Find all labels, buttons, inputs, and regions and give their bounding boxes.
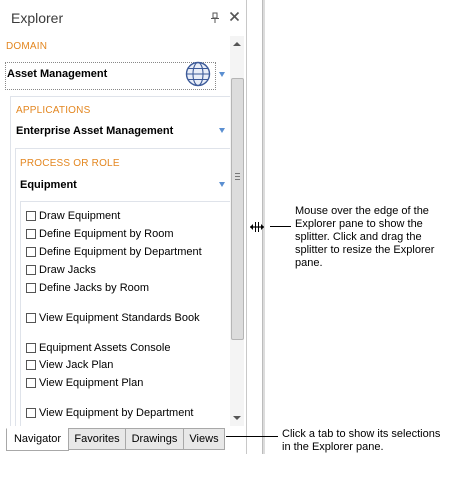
domain-value: Asset Management <box>7 68 108 80</box>
task-item[interactable]: Define Jacks by Room <box>26 281 149 295</box>
callout-splitter-line: Mouse over the edge of the <box>295 205 429 217</box>
checkbox-icon[interactable] <box>26 360 36 370</box>
callout-splitter-line: pane. <box>295 257 323 269</box>
scroll-down-icon[interactable] <box>233 416 241 420</box>
checkbox-icon[interactable] <box>26 283 36 293</box>
callout-tabs-line: Click a tab to show its selections <box>282 428 441 440</box>
scroll-thumb[interactable] <box>231 78 244 340</box>
process-chevron-down-icon[interactable] <box>219 182 225 187</box>
process-label: PROCESS OR ROLE <box>20 158 120 169</box>
pane-title: Explorer <box>11 10 64 26</box>
applications-chevron-down-icon[interactable] <box>219 128 225 133</box>
tab-views[interactable]: Views <box>183 428 225 450</box>
task-item[interactable]: View Equipment by Department <box>26 406 194 420</box>
task-label: Draw Jacks <box>39 264 96 276</box>
grip-line <box>235 179 240 180</box>
task-label: Equipment Assets Console <box>39 342 171 354</box>
checkbox-icon[interactable] <box>26 247 36 257</box>
globe-icon <box>185 61 211 87</box>
callout-line-tabs <box>226 436 278 437</box>
pin-icon[interactable] <box>210 12 220 24</box>
task-item[interactable]: Define Equipment by Room <box>26 227 174 241</box>
task-item[interactable]: Define Equipment by Department <box>26 245 202 259</box>
grip-line <box>235 173 240 174</box>
checkbox-icon[interactable] <box>26 229 36 239</box>
task-label: View Equipment Standards Book <box>39 312 200 324</box>
task-label: Draw Equipment <box>39 210 121 222</box>
task-label: View Equipment by Department <box>39 407 194 419</box>
callout-tabs-line: in the Explorer pane. <box>282 441 384 453</box>
domain-chevron-down-icon[interactable] <box>219 72 225 77</box>
process-value[interactable]: Equipment <box>20 179 77 191</box>
tab-favorites[interactable]: Favorites <box>68 428 126 450</box>
applications-label: APPLICATIONS <box>16 105 91 116</box>
callout-splitter-line: splitter to resize the Explorer <box>295 244 435 256</box>
task-label: Define Jacks by Room <box>39 282 150 294</box>
checkbox-icon[interactable] <box>26 211 36 221</box>
callout-tabs: Click a tab to show its selections in th… <box>282 428 440 454</box>
task-item[interactable]: View Equipment Plan <box>26 376 143 390</box>
task-item[interactable]: View Jack Plan <box>26 358 113 372</box>
resize-cursor-icon <box>250 222 264 232</box>
checkbox-icon[interactable] <box>26 265 36 275</box>
callout-line-splitter <box>270 226 291 227</box>
task-label: Define Equipment by Department <box>39 246 202 258</box>
task-item[interactable]: Equipment Assets Console <box>26 341 170 355</box>
tab-drawings[interactable]: Drawings <box>125 428 184 450</box>
callout-splitter-line: splitter. Click and drag the <box>295 231 422 243</box>
checkbox-icon[interactable] <box>26 378 36 388</box>
domain-label: DOMAIN <box>6 41 48 52</box>
checkbox-icon[interactable] <box>26 343 36 353</box>
close-icon[interactable] <box>229 11 240 22</box>
task-label: Define Equipment by Room <box>39 228 174 240</box>
tab-navigator[interactable]: Navigator <box>6 428 69 451</box>
explorer-content: DOMAIN Asset Management APPLICATIONS Ent… <box>2 36 230 426</box>
grip-line <box>235 176 240 177</box>
callout-splitter: Mouse over the edge of the Explorer pane… <box>295 205 434 270</box>
callout-splitter-line: Explorer pane to show the <box>295 218 423 230</box>
task-label: View Equipment Plan <box>39 377 144 389</box>
checkbox-icon[interactable] <box>26 313 36 323</box>
task-label: View Jack Plan <box>39 359 114 371</box>
explorer-pane: Explorer DOMAIN Asset Management APPLICA… <box>0 0 247 454</box>
applications-value[interactable]: Enterprise Asset Management <box>16 125 173 137</box>
task-item[interactable]: Draw Equipment <box>26 209 120 223</box>
vertical-scrollbar[interactable] <box>230 36 244 426</box>
task-item[interactable]: View Equipment Standards Book <box>26 311 200 325</box>
scroll-up-icon[interactable] <box>233 42 241 46</box>
checkbox-icon[interactable] <box>26 408 36 418</box>
task-item[interactable]: Draw Jacks <box>26 263 96 277</box>
